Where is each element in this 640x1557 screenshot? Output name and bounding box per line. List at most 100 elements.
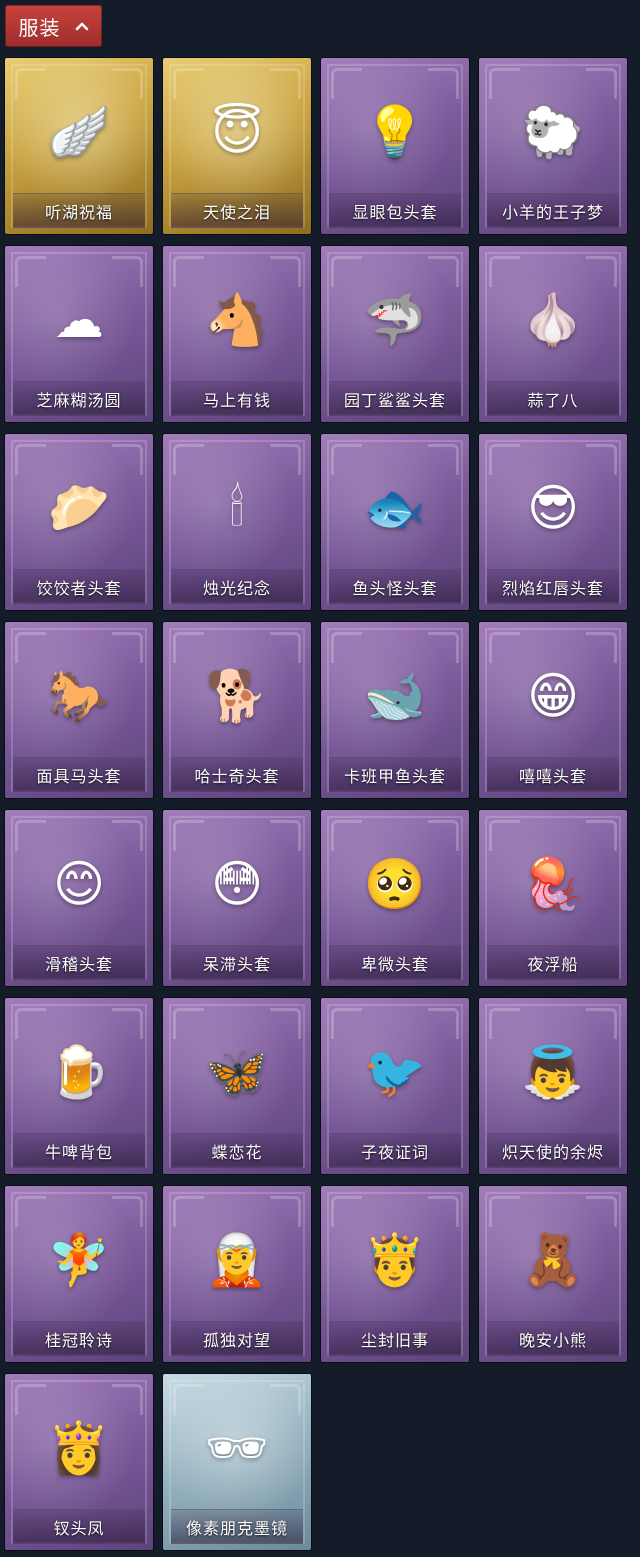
- outfit-item-card[interactable]: 🪽 听湖祝福: [5, 58, 153, 234]
- item-name: 子夜证词: [360, 1143, 429, 1162]
- outfit-item-card[interactable]: 🐦 子夜证词: [321, 998, 469, 1174]
- red-horse-head-icon: 🐴: [205, 291, 269, 349]
- outfit-item-card[interactable]: 😁 嘻嘻头套: [479, 622, 627, 798]
- card-corner-ornament: [586, 444, 617, 475]
- item-label-bar: 滑稽头套: [13, 945, 145, 980]
- outfit-item-card[interactable]: 🧄 蒜了八: [479, 246, 627, 422]
- outfit-item-card[interactable]: 🐟 鱼头怪头套: [321, 434, 469, 610]
- card-corner-ornament: [586, 1196, 617, 1227]
- card-corner-ornament: [173, 444, 204, 475]
- item-label-bar: 哈士奇头套: [171, 757, 303, 792]
- humble-emoji-head-icon: 🥺: [363, 855, 427, 913]
- card-corner-ornament: [428, 1196, 459, 1227]
- outfit-item-card[interactable]: 🐴 马上有钱: [163, 246, 311, 422]
- outfit-item-card[interactable]: 🪼 夜浮船: [479, 810, 627, 986]
- outfit-item-card[interactable]: 🥺 卑微头套: [321, 810, 469, 986]
- outfit-item-card[interactable]: 💡 显眼包头套: [321, 58, 469, 234]
- angel-doll-icon: 😇: [210, 103, 264, 161]
- item-name: 天使之泪: [202, 203, 271, 222]
- item-name: 小羊的王子梦: [501, 203, 604, 222]
- item-name: 听湖祝福: [44, 203, 113, 222]
- card-corner-ornament: [428, 444, 459, 475]
- card-corner-ornament: [270, 1008, 301, 1039]
- shark-head-icon: 🦈: [363, 291, 427, 349]
- funny-emoji-head-icon: 😊: [52, 855, 106, 913]
- outfit-item-card[interactable]: 🐑 小羊的王子梦: [479, 58, 627, 234]
- item-label-bar: 尘封旧事: [329, 1321, 461, 1356]
- item-name: 卑微头套: [360, 955, 429, 974]
- item-name: 呆滞头套: [202, 955, 271, 974]
- card-corner-ornament: [586, 68, 617, 99]
- card-corner-ornament: [489, 68, 520, 99]
- outfit-item-card[interactable]: 🐋 卡班甲鱼头套: [321, 622, 469, 798]
- card-corner-ornament: [112, 1196, 143, 1227]
- item-name: 面具马头套: [36, 767, 122, 786]
- outfit-item-card[interactable]: 😎 烈焰红唇头套: [479, 434, 627, 610]
- item-label-bar: 子夜证词: [329, 1133, 461, 1168]
- item-label-bar: 夜浮船: [487, 945, 619, 980]
- chevron-up-icon[interactable]: [75, 21, 89, 31]
- lonely-charm-icon: 🧝: [205, 1231, 269, 1289]
- outfit-item-card[interactable]: 🧚 桂冠聆诗: [5, 1186, 153, 1362]
- item-name: 晚安小熊: [518, 1331, 587, 1350]
- outfit-item-card[interactable]: 🍺 牛啤背包: [5, 998, 153, 1174]
- item-name: 显眼包头套: [352, 203, 438, 222]
- item-label-bar: 卑微头套: [329, 945, 461, 980]
- phoenix-crown-doll-icon: 👸: [47, 1419, 111, 1477]
- outfit-item-card[interactable]: 🤴 尘封旧事: [321, 1186, 469, 1362]
- grin-emoji-head-icon: 😁: [526, 667, 580, 725]
- angel-girl-doll-icon: 👼: [521, 1043, 585, 1101]
- outfit-item-card[interactable]: 😊 滑稽头套: [5, 810, 153, 986]
- item-name: 孤独对望: [202, 1331, 271, 1350]
- card-corner-ornament: [173, 1384, 204, 1415]
- outfit-item-card[interactable]: 🧝 孤独对望: [163, 1186, 311, 1362]
- outfit-item-card[interactable]: 👼 炽天使的余烬: [479, 998, 627, 1174]
- card-corner-ornament: [331, 632, 362, 663]
- card-corner-ornament: [586, 820, 617, 851]
- outfit-item-card[interactable]: 👸 钗头凤: [5, 1374, 153, 1550]
- outfit-item-card[interactable]: 🕯 烛光纪念: [163, 434, 311, 610]
- outfit-item-card[interactable]: 😇 天使之泪: [163, 58, 311, 234]
- outfit-category-tab[interactable]: 服装: [5, 5, 102, 47]
- outfit-item-card[interactable]: 😳 呆滞头套: [163, 810, 311, 986]
- item-label-bar: 鱼头怪头套: [329, 569, 461, 604]
- item-label-bar: 嘻嘻头套: [487, 757, 619, 792]
- item-label-bar: 呆滞头套: [171, 945, 303, 980]
- item-name: 饺饺者头套: [36, 579, 122, 598]
- item-label-bar: 炽天使的余烬: [487, 1133, 619, 1168]
- item-label-bar: 卡班甲鱼头套: [329, 757, 461, 792]
- outfit-item-card[interactable]: 🥟 饺饺者头套: [5, 434, 153, 610]
- item-label-bar: 显眼包头套: [329, 193, 461, 228]
- outfit-item-card[interactable]: 🐎 面具马头套: [5, 622, 153, 798]
- garlic-head-icon: 🧄: [521, 291, 585, 349]
- card-corner-ornament: [15, 1196, 46, 1227]
- outfit-item-card[interactable]: 🦋 蝶恋花: [163, 998, 311, 1174]
- item-label-bar: 园丁鲨鲨头套: [329, 381, 461, 416]
- item-label-bar: 烈焰红唇头套: [487, 569, 619, 604]
- item-name: 嘻嘻头套: [518, 767, 587, 786]
- crow-doll-icon: 🐦: [363, 1043, 427, 1101]
- item-label-bar: 桂冠聆诗: [13, 1321, 145, 1356]
- item-label-bar: 钗头凤: [13, 1509, 145, 1544]
- fish-head-icon: 🐟: [363, 479, 427, 537]
- outfit-item-card[interactable]: ☁ 芝麻糊汤圆: [5, 246, 153, 422]
- item-label-bar: 芝麻糊汤圆: [13, 381, 145, 416]
- item-label-bar: 蝶恋花: [171, 1133, 303, 1168]
- outfit-item-card[interactable]: 🐕 哈士奇头套: [163, 622, 311, 798]
- outfit-item-card[interactable]: 🧸 晚安小熊: [479, 1186, 627, 1362]
- outfit-item-card[interactable]: 🦈 园丁鲨鲨头套: [321, 246, 469, 422]
- card-corner-ornament: [428, 820, 459, 851]
- item-label-bar: 晚安小熊: [487, 1321, 619, 1356]
- card-corner-ornament: [331, 820, 362, 851]
- card-corner-ornament: [428, 1008, 459, 1039]
- husky-head-icon: 🐕: [205, 667, 269, 725]
- card-corner-ornament: [15, 820, 46, 851]
- outfit-item-card[interactable]: 🕶 像素朋克墨镜: [163, 1374, 311, 1550]
- card-corner-ornament: [489, 820, 520, 851]
- wing-doll-icon: 🪽: [47, 103, 111, 161]
- card-corner-ornament: [173, 820, 204, 851]
- card-corner-ornament: [15, 632, 46, 663]
- item-name: 炽天使的余烬: [501, 1143, 604, 1162]
- item-label-bar: 烛光纪念: [171, 569, 303, 604]
- card-corner-ornament: [331, 444, 362, 475]
